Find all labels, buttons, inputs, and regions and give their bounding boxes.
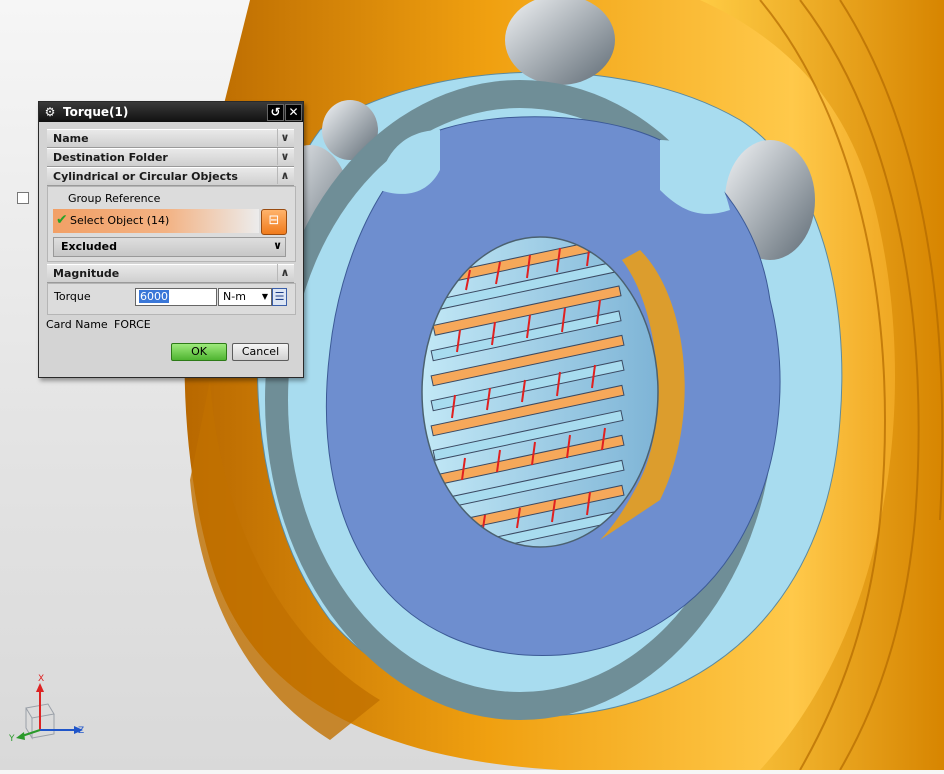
ok-button[interactable]: OK (171, 343, 227, 361)
group-reference-label: Group Reference (68, 192, 161, 205)
chevron-up-icon: ∧ (277, 167, 292, 184)
section-magnitude[interactable]: Magnitude ∧ (47, 264, 294, 283)
triad-z-label: Z (78, 726, 85, 736)
section-name[interactable]: Name ∨ (47, 129, 294, 148)
select-object-button[interactable]: ⊟ (261, 209, 287, 235)
torque-unit-select[interactable]: N-m ▼ (218, 288, 272, 306)
checkmark-icon: ✔ (56, 212, 68, 228)
select-object-label: Select Object (14) (70, 214, 170, 227)
reset-icon[interactable]: ↺ (267, 104, 284, 121)
chevron-down-icon: ∨ (273, 239, 282, 252)
select-object-row[interactable]: ✔ Select Object (14) (53, 209, 259, 233)
section-cylindrical-objects[interactable]: Cylindrical or Circular Objects ∧ (47, 167, 294, 186)
section-destination-folder[interactable]: Destination Folder ∨ (47, 148, 294, 167)
chevron-up-icon: ∧ (277, 264, 292, 281)
torque-label: Torque (54, 290, 91, 303)
chevron-down-icon: ∨ (277, 129, 292, 146)
torque-input[interactable]: 6000 (135, 288, 217, 306)
cylinder-icon: ⊟ (268, 213, 280, 228)
close-icon[interactable]: ✕ (285, 104, 302, 121)
triad-x-label: X (38, 674, 45, 684)
card-name-label: Card Name (46, 318, 108, 331)
group-reference-checkbox[interactable] (17, 192, 29, 204)
dialog-titlebar[interactable]: ⚙ Torque(1) ↺ ✕ (39, 102, 303, 122)
coordinate-triad: X Z Y (8, 674, 98, 748)
cancel-button[interactable]: Cancel (232, 343, 289, 361)
triad-y-label: Y (9, 734, 15, 744)
dropdown-arrow-icon: ▼ (261, 292, 268, 301)
dialog-title: Torque(1) (63, 105, 129, 119)
gear-icon[interactable]: ⚙ (43, 105, 57, 119)
chevron-down-icon: ∨ (277, 148, 292, 165)
card-name-value: FORCE (114, 318, 151, 331)
expression-menu-button[interactable]: ☰ (272, 288, 287, 306)
excluded-section[interactable]: Excluded ∨ (53, 237, 286, 257)
